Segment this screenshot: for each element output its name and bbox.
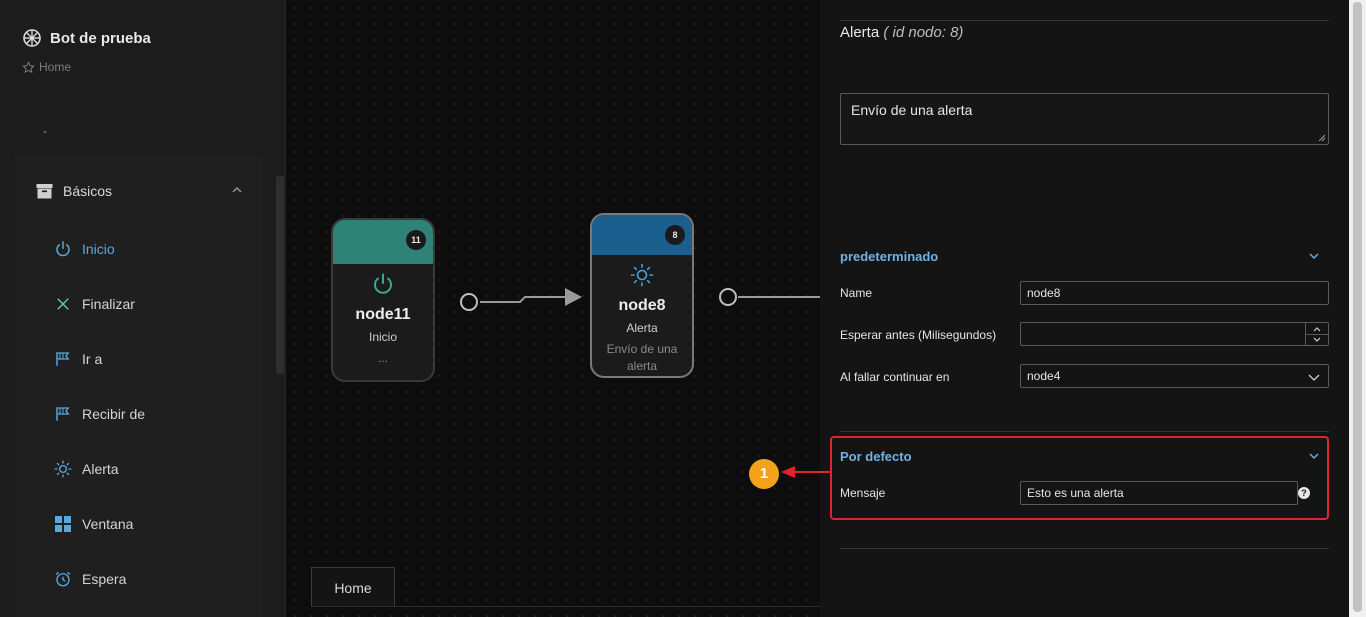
fail-node-value: node4: [1027, 369, 1061, 383]
sidebar-item-label: Finalizar: [82, 296, 135, 312]
chevron-down-icon: [1308, 374, 1320, 381]
node-id: ( id nodo: 8): [883, 24, 964, 41]
number-spinner[interactable]: [1305, 323, 1328, 345]
app-title: Bot de prueba: [50, 29, 151, 47]
panel-scrollbar[interactable]: [1349, 0, 1366, 617]
panel-title: Alerta ( id nodo: 8): [840, 24, 963, 41]
sidebar-item-ir-a[interactable]: Ir a: [54, 344, 102, 374]
divider: [840, 548, 1329, 549]
group-basicos[interactable]: Básicos: [15, 166, 263, 216]
fail-node-select[interactable]: node4: [1020, 364, 1329, 388]
sidebar-item-label: Ventana: [82, 516, 134, 532]
node-type: Inicio: [368, 330, 397, 344]
sun-icon: [592, 261, 692, 289]
resize-grip-icon[interactable]: [1318, 134, 1326, 142]
spin-up-icon[interactable]: [1306, 323, 1328, 334]
wheel-icon: [23, 29, 41, 47]
grid-icon: [55, 516, 71, 532]
sidebar-item-label: Alerta: [82, 461, 119, 477]
fail-label: Al fallar continuar en: [840, 370, 950, 384]
sidebar-item-inicio[interactable]: Inicio: [54, 234, 115, 264]
node-badge: 11: [406, 230, 426, 250]
node-name: node8: [618, 297, 666, 314]
group-label: Básicos: [63, 183, 113, 199]
description-textarea[interactable]: Envío de una alerta: [840, 93, 1329, 145]
sidebar-item-label: Inicio: [82, 241, 115, 257]
description-text: Envío de una alerta: [851, 102, 973, 118]
breadcrumb-home[interactable]: Home: [39, 60, 71, 74]
flag-icon: [56, 352, 70, 366]
node-output-port[interactable]: [460, 293, 478, 311]
archive-icon: [36, 184, 53, 199]
tab-divider: [311, 606, 820, 607]
tab-home[interactable]: Home: [311, 567, 395, 607]
brand[interactable]: Bot de prueba: [22, 28, 151, 48]
node-description: Envío de una alerta: [606, 342, 678, 373]
breadcrumb[interactable]: Home: [22, 60, 71, 74]
node-description: ...: [377, 351, 388, 365]
section-predeterminado[interactable]: predeterminado: [840, 249, 938, 264]
sidebar-item-ventana[interactable]: Ventana: [54, 509, 133, 539]
sidebar-item-label: Ir a: [82, 351, 103, 367]
sidebar-item-espera[interactable]: Espera: [54, 564, 126, 594]
node-type-title: Alerta: [840, 24, 880, 41]
divider: [840, 20, 1329, 21]
node-name: node11: [355, 306, 411, 323]
sidebar-item-alerta[interactable]: Alerta: [54, 454, 119, 484]
chevron-down-icon[interactable]: [1308, 250, 1320, 262]
alarm-icon: [55, 571, 71, 587]
name-input[interactable]: node8: [1020, 281, 1329, 305]
sidebar-item-finalizar[interactable]: Finalizar: [54, 289, 135, 319]
chevron-up-icon[interactable]: [231, 184, 243, 196]
separator-dash: -: [43, 124, 47, 138]
node-node11[interactable]: 11 node11 Inicio ...: [331, 218, 435, 382]
annotation-arrow: [781, 466, 830, 478]
wait-number-input[interactable]: [1020, 322, 1329, 346]
power-icon: [56, 241, 70, 257]
sidebar-item-recibir-de[interactable]: Recibir de: [54, 399, 145, 429]
wait-label: Esperar antes (Milisegundos): [840, 328, 997, 342]
divider: [840, 431, 1329, 432]
sidebar-item-label: Espera: [82, 571, 127, 587]
sidebar-item-label: Recibir de: [82, 406, 146, 422]
sun-icon: [54, 460, 72, 478]
node-output-port[interactable]: [719, 288, 737, 306]
star-icon: [22, 60, 35, 73]
menu-panel: [15, 156, 263, 617]
annotation-number-badge: 1: [749, 459, 779, 489]
spin-down-icon[interactable]: [1306, 334, 1328, 345]
node-type: Alerta: [626, 321, 658, 335]
node-badge: 8: [665, 225, 685, 245]
power-icon: [333, 270, 433, 298]
panel-scroll-thumb[interactable]: [1353, 2, 1362, 612]
annotation-highlight-box: [830, 436, 1329, 520]
x-icon: [57, 298, 69, 310]
sidebar-scroll-thumb[interactable]: [276, 176, 284, 374]
name-label: Name: [840, 286, 873, 300]
flag-icon: [56, 407, 70, 421]
node-node8[interactable]: 8 node8 Alerta Envío de una alerta: [590, 213, 694, 378]
